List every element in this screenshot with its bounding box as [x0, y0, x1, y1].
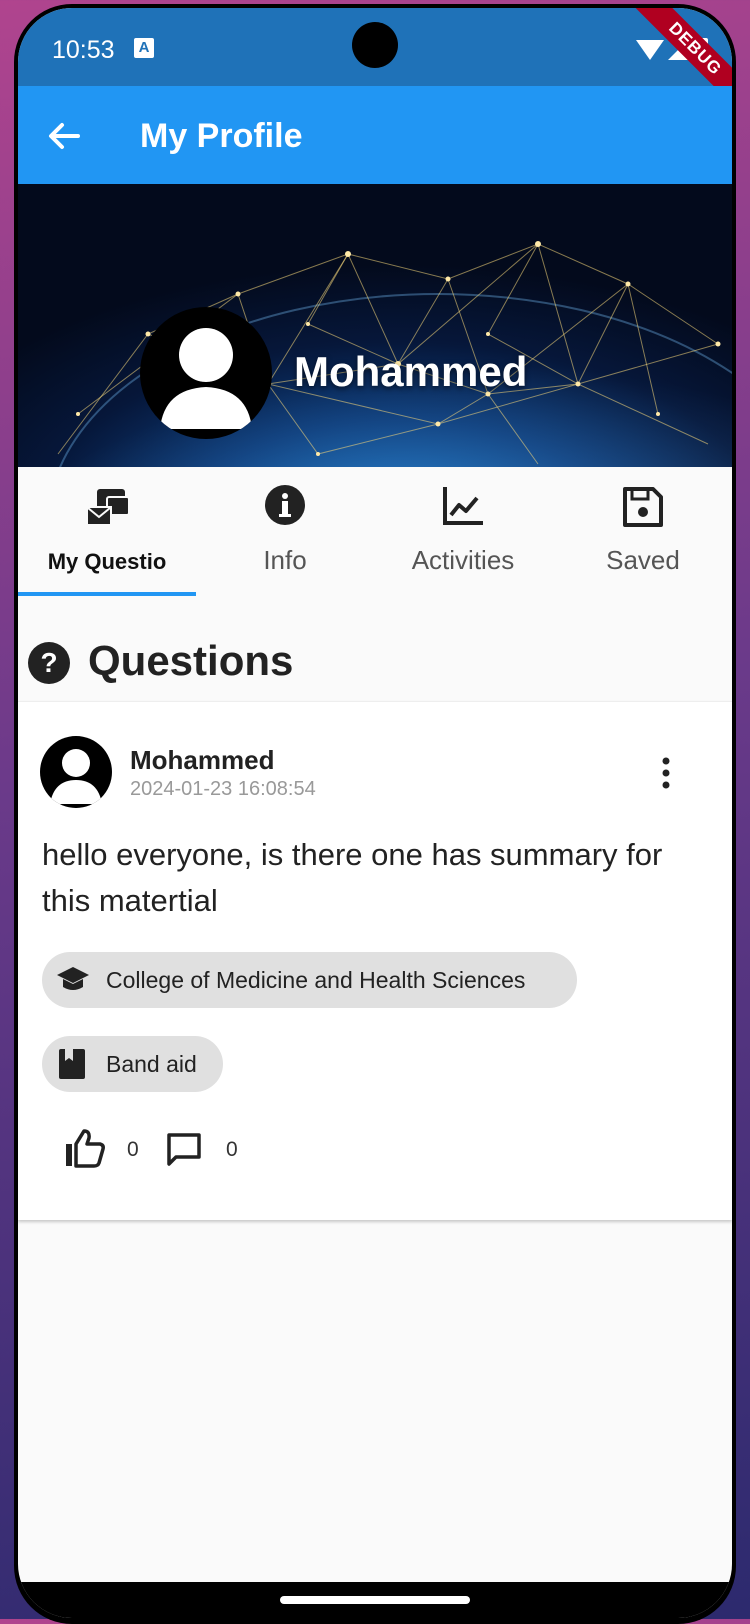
camera-cutout	[352, 22, 398, 68]
question-circle-icon: ?	[28, 642, 70, 684]
tab-label: Saved	[606, 545, 680, 575]
profile-banner: Mohammed	[18, 184, 732, 467]
questions-header: ? Questions	[18, 628, 732, 700]
tab-saved[interactable]: Saved	[554, 467, 732, 595]
status-time: 10:53	[52, 36, 115, 64]
thumb-up-icon[interactable]	[64, 1128, 106, 1168]
graduation-cap-icon	[57, 967, 89, 990]
question-author[interactable]: Mohammed	[130, 745, 274, 776]
user-icon	[50, 749, 102, 804]
system-nav-bar	[18, 1582, 732, 1618]
notification-icon: A	[134, 38, 154, 58]
book-icon	[59, 1049, 85, 1079]
user-icon	[160, 328, 252, 429]
tab-my-questions[interactable]: My Questio	[18, 467, 196, 596]
comment-count: 0	[226, 1138, 238, 1161]
question-card[interactable]: Mohammed 2024-01-23 16:08:54 hello every…	[18, 701, 732, 1220]
mail-stack-icon	[86, 489, 130, 526]
tab-activities[interactable]: Activities	[374, 467, 552, 595]
save-icon	[623, 487, 663, 527]
network-globe-image	[25, 241, 732, 467]
comment-icon[interactable]	[166, 1132, 202, 1168]
tab-label: Info	[263, 545, 307, 575]
section-title: Questions	[88, 637, 294, 684]
college-tag-label: College of Medicine and Health Sciences	[106, 967, 526, 993]
question-body: hello everyone, is there one has summary…	[42, 837, 663, 918]
question-timestamp: 2024-01-23 16:08:54	[130, 778, 316, 800]
screen: 10:53 A DEBUG My Profile Mohammed My Que…	[18, 8, 732, 1618]
home-indicator[interactable]	[280, 1596, 470, 1604]
profile-avatar[interactable]	[140, 307, 272, 439]
chart-line-icon	[443, 487, 483, 525]
tab-label: Activities	[411, 545, 515, 575]
subject-tag[interactable]: Band aid	[42, 1036, 223, 1092]
page-title: My Profile	[140, 117, 303, 155]
device-frame: 10:53 A DEBUG My Profile Mohammed My Que…	[14, 4, 736, 1624]
avatar[interactable]	[40, 736, 112, 808]
app-bar: My Profile	[18, 86, 732, 184]
tab-indicator	[18, 592, 196, 596]
college-tag[interactable]: College of Medicine and Health Sciences	[42, 952, 577, 1008]
info-icon	[265, 485, 305, 525]
subject-tag-label: Band aid	[106, 1051, 197, 1077]
more-vert-icon[interactable]	[654, 756, 678, 790]
profile-tabs: My Questio Info Activities Saved	[18, 467, 732, 597]
profile-name: Mohammed	[294, 348, 528, 395]
like-count: 0	[127, 1138, 139, 1161]
tab-info[interactable]: Info	[196, 467, 374, 595]
tab-label: My Questio	[47, 549, 167, 574]
wifi-icon	[636, 40, 664, 60]
status-bar: 10:53 A DEBUG	[18, 8, 732, 119]
arrow-left-icon[interactable]	[44, 116, 84, 156]
